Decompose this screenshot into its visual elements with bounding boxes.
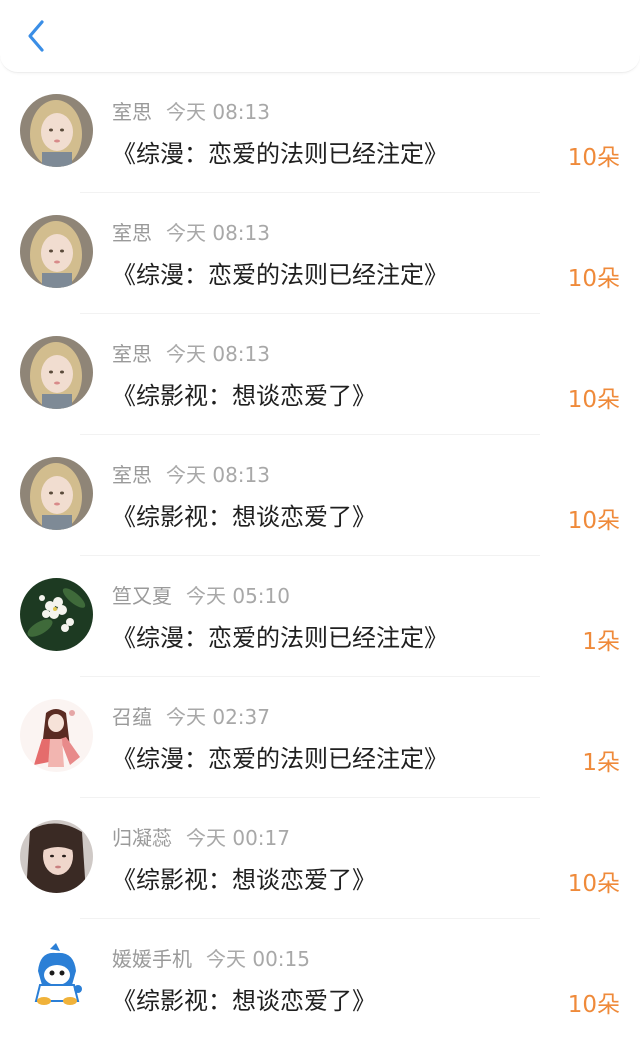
- list-item[interactable]: 归凝蕊 今天 00:17 《综影视：想谈恋爱了》 10朵: [0, 798, 640, 919]
- book-title[interactable]: 《综漫：恋爱的法则已经注定》: [112, 618, 448, 653]
- flower-amount: 10朵: [567, 992, 620, 1018]
- username[interactable]: 室思: [112, 463, 152, 487]
- timestamp: 今天 02:37: [166, 705, 270, 729]
- list-item[interactable]: 笪又夏 今天 05:10 《综漫：恋爱的法则已经注定》 1朵: [0, 556, 640, 677]
- list-item[interactable]: 室思 今天 08:13 《综漫：恋爱的法则已经注定》 10朵: [0, 193, 640, 314]
- timestamp: 今天 08:13: [166, 342, 270, 366]
- timestamp: 今天 05:10: [186, 584, 290, 608]
- top-navigation-bar: [0, 0, 640, 73]
- meta-line: 室思 今天 08:13: [112, 338, 270, 367]
- flower-amount: 10朵: [567, 266, 620, 292]
- white-flowers-avatar[interactable]: [20, 578, 93, 651]
- girl-portrait-avatar[interactable]: [20, 215, 93, 288]
- reward-list: 室思 今天 08:13 《综漫：恋爱的法则已经注定》 10朵 室思 今天 08:13…: [0, 72, 640, 1040]
- list-item[interactable]: 室思 今天 08:13 《综影视：想谈恋爱了》 10朵: [0, 314, 640, 435]
- book-title[interactable]: 《综漫：恋爱的法则已经注定》: [112, 134, 448, 169]
- flower-amount: 1朵: [582, 629, 620, 655]
- book-title[interactable]: 《综影视：想谈恋爱了》: [112, 981, 376, 1016]
- timestamp: 今天 08:13: [166, 221, 270, 245]
- book-title[interactable]: 《综影视：想谈恋爱了》: [112, 860, 376, 895]
- flower-amount: 10朵: [567, 387, 620, 413]
- anime-girl-avatar[interactable]: [20, 699, 93, 772]
- username[interactable]: 召蕴: [112, 705, 152, 729]
- back-button[interactable]: [14, 14, 58, 58]
- meta-line: 归凝蕊 今天 00:17: [112, 822, 290, 851]
- meta-line: 室思 今天 08:13: [112, 96, 270, 125]
- username[interactable]: 室思: [112, 221, 152, 245]
- username[interactable]: 室思: [112, 100, 152, 124]
- timestamp: 今天 00:17: [186, 826, 290, 850]
- flower-amount: 10朵: [567, 508, 620, 534]
- chevron-left-icon: [28, 20, 44, 52]
- list-item[interactable]: 召蕴 今天 02:37 《综漫：恋爱的法则已经注定》 1朵: [0, 677, 640, 798]
- photo-girl-avatar[interactable]: [20, 820, 93, 893]
- list-item[interactable]: 室思 今天 08:13 《综影视：想谈恋爱了》 10朵: [0, 435, 640, 556]
- cartoon-mascot-avatar[interactable]: [20, 941, 93, 1014]
- meta-line: 媛媛手机 今天 00:15: [112, 943, 310, 972]
- girl-portrait-avatar[interactable]: [20, 94, 93, 167]
- meta-line: 召蕴 今天 02:37: [112, 701, 270, 730]
- book-title[interactable]: 《综漫：恋爱的法则已经注定》: [112, 739, 448, 774]
- girl-portrait-avatar[interactable]: [20, 457, 93, 530]
- meta-line: 室思 今天 08:13: [112, 217, 270, 246]
- girl-portrait-avatar[interactable]: [20, 336, 93, 409]
- list-item[interactable]: 室思 今天 08:13 《综漫：恋爱的法则已经注定》 10朵: [0, 72, 640, 193]
- username[interactable]: 归凝蕊: [112, 826, 172, 850]
- username[interactable]: 室思: [112, 342, 152, 366]
- meta-line: 室思 今天 08:13: [112, 459, 270, 488]
- meta-line: 笪又夏 今天 05:10: [112, 580, 290, 609]
- flower-amount: 1朵: [582, 750, 620, 776]
- timestamp: 今天 08:13: [166, 100, 270, 124]
- book-title[interactable]: 《综影视：想谈恋爱了》: [112, 376, 376, 411]
- timestamp: 今天 00:15: [206, 947, 310, 971]
- username[interactable]: 媛媛手机: [112, 947, 192, 971]
- timestamp: 今天 08:13: [166, 463, 270, 487]
- username[interactable]: 笪又夏: [112, 584, 172, 608]
- book-title[interactable]: 《综影视：想谈恋爱了》: [112, 497, 376, 532]
- list-item[interactable]: 媛媛手机 今天 00:15 《综影视：想谈恋爱了》 10朵: [0, 919, 640, 1040]
- flower-amount: 10朵: [567, 871, 620, 897]
- flower-amount: 10朵: [567, 145, 620, 171]
- book-title[interactable]: 《综漫：恋爱的法则已经注定》: [112, 255, 448, 290]
